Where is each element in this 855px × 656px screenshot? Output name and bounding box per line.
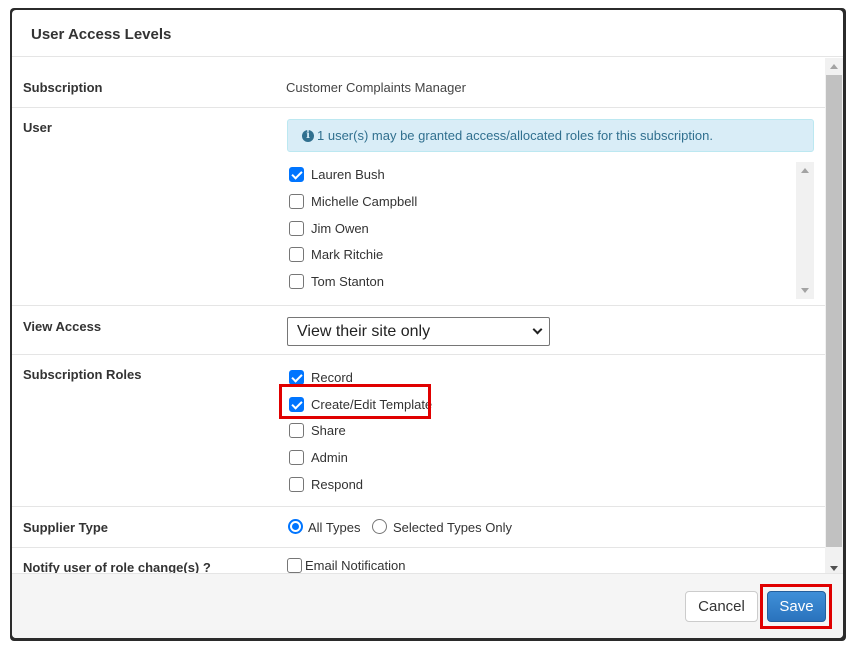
user-list: Lauren Bush Michelle Campbell Jim Owen M… (287, 162, 814, 299)
role-name: Share (311, 423, 346, 438)
notify-label: Notify user of role change(s) ? (23, 560, 211, 573)
user-list-scrollbar[interactable] (796, 162, 814, 299)
user-checkbox-jim-owen[interactable] (289, 221, 304, 236)
user-name: Tom Stanton (311, 274, 384, 289)
user-checkbox-tom-stanton[interactable] (289, 274, 304, 289)
supplier-type-label: Supplier Type (23, 520, 108, 535)
role-name: Admin (311, 450, 348, 465)
notify-row: Notify user of role change(s) ? Email No… (12, 548, 825, 573)
modal-footer: Cancel Save (12, 573, 843, 638)
user-limit-alert: i 1 user(s) may be granted access/alloca… (287, 119, 814, 152)
scrollbar-thumb[interactable] (826, 75, 842, 547)
supplier-option-label: All Types (308, 520, 361, 535)
view-access-row: View Access View their site only (12, 306, 825, 355)
create-edit-template-highlight (279, 384, 431, 419)
user-name: Jim Owen (311, 221, 369, 236)
supplier-option-all-types[interactable]: All Types (288, 518, 378, 538)
info-circle-icon: i (302, 130, 314, 142)
subscription-value: Customer Complaints Manager (286, 80, 466, 95)
email-notification-checkbox[interactable] (287, 558, 302, 573)
chevron-down-icon (532, 324, 543, 335)
role-name: Record (311, 370, 353, 385)
user-name: Mark Ritchie (311, 247, 384, 262)
user-name: Michelle Campbell (311, 194, 418, 209)
scroll-up-arrow-icon[interactable] (830, 64, 838, 69)
role-checkbox-share[interactable] (289, 423, 304, 438)
modal-title: User Access Levels (31, 26, 172, 43)
supplier-option-label: Selected Types Only (393, 520, 512, 535)
subscription-label: Subscription (23, 80, 103, 95)
view-access-select[interactable]: View their site only (287, 317, 550, 346)
user-limit-text: 1 user(s) may be granted access/allocate… (317, 128, 713, 143)
subscription-roles-row: Subscription Roles Record Create/Edit Te… (12, 355, 825, 507)
user-label: User (23, 120, 52, 135)
radio-all-types[interactable] (288, 519, 303, 534)
cancel-button[interactable]: Cancel (685, 591, 758, 622)
modal-header: User Access Levels (12, 10, 843, 57)
supplier-option-selected-types[interactable]: Selected Types Only (372, 518, 522, 538)
role-name: Respond (311, 477, 364, 492)
user-checkbox-mark-ritchie[interactable] (289, 247, 304, 262)
user-checkbox-lauren-bush[interactable] (289, 167, 304, 182)
save-button-highlight (760, 584, 832, 629)
role-checkbox-admin[interactable] (289, 450, 304, 465)
view-access-label: View Access (23, 319, 102, 334)
role-checkbox-respond[interactable] (289, 477, 304, 492)
radio-selected-types[interactable] (372, 519, 387, 534)
user-row: User i 1 user(s) may be granted access/a… (12, 108, 825, 306)
email-notification-label: Email Notification (305, 558, 406, 573)
subscription-row: Subscription Customer Complaints Manager (12, 58, 825, 108)
supplier-type-row: Supplier Type All Types Selected Types O… (12, 507, 825, 548)
user-name: Lauren Bush (311, 167, 385, 182)
scroll-up-arrow-icon[interactable] (801, 168, 809, 173)
subscription-roles-label: Subscription Roles (23, 367, 142, 382)
user-checkbox-michelle-campbell[interactable] (289, 194, 304, 209)
user-access-levels-dialog: User Access Levels Subscription Customer… (12, 10, 843, 638)
scroll-down-arrow-icon[interactable] (830, 566, 838, 571)
modal-body: Subscription Customer Complaints Manager… (12, 58, 843, 573)
modal-scrollbar[interactable] (825, 58, 843, 573)
role-checkbox-record[interactable] (289, 370, 304, 385)
view-access-selected: View their site only (297, 323, 431, 340)
scroll-down-arrow-icon[interactable] (801, 288, 809, 293)
